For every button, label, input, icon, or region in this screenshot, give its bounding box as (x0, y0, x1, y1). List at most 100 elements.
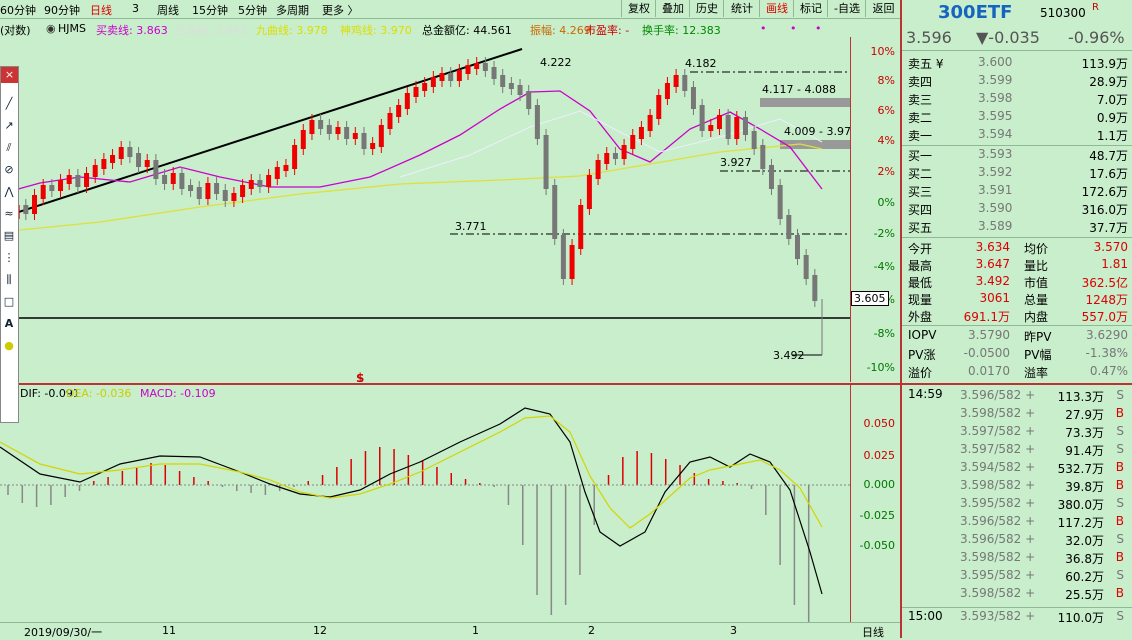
order-volume: 1.1万 (1096, 129, 1128, 143)
close-icon[interactable]: × (1, 67, 18, 83)
gann-tool-icon[interactable]: ⋮ (2, 251, 16, 267)
candle-body (612, 153, 618, 159)
stat-label: 内盘 (1024, 310, 1049, 324)
history-button[interactable]: 历史 (689, 0, 724, 17)
axis-label-m10: -10% (866, 361, 895, 374)
order-price: 3.600 (978, 55, 1013, 69)
candle-body (283, 165, 289, 171)
candle-body (742, 117, 748, 135)
candle-body (58, 180, 64, 191)
period-daily[interactable]: 日线 (90, 2, 112, 18)
order-price: 3.592 (978, 165, 1013, 179)
mid-line (399, 110, 823, 178)
pe-ratio-label: 市盈率: - (585, 24, 630, 37)
overlay-button[interactable]: 叠加 (655, 0, 690, 17)
period-90m[interactable]: 90分钟 (44, 2, 80, 18)
order-volume: 172.6万 (1081, 185, 1128, 199)
rect-tool-icon[interactable]: □ (2, 295, 16, 311)
dif-line (0, 407, 823, 595)
sell-row: 卖四 3.599 28.9万 (902, 72, 1132, 90)
marker-tool-icon[interactable]: ● (2, 339, 16, 355)
sell-row: 卖一 3.594 1.1万 (902, 126, 1132, 144)
candle-body (222, 190, 228, 201)
wave-tool-icon[interactable]: ≈ (2, 207, 16, 223)
period-5m[interactable]: 5分钟 (238, 2, 267, 18)
candle-body (335, 127, 341, 134)
stat-value: 3.647 (975, 257, 1010, 271)
candle-body (708, 125, 714, 131)
candle-body (482, 63, 488, 71)
candle-body (387, 113, 393, 129)
parallel-tool-icon[interactable]: ⫽ (2, 141, 16, 157)
cycle-tool-icon[interactable]: ⫼ (2, 273, 16, 289)
tick-price: 3.598/582 + (960, 478, 1036, 492)
fan-tool-icon[interactable]: ⋀ (2, 185, 16, 201)
tick-price: 3.598/582 + (960, 406, 1036, 420)
annotation-3771: 3.771 (455, 220, 487, 233)
stat-value: 362.5亿 (1081, 276, 1128, 290)
back-button[interactable]: 返回 (865, 0, 901, 17)
order-price: 3.595 (978, 109, 1013, 123)
macd-axis-label: 0.025 (863, 449, 896, 462)
tick-side: S (1116, 609, 1124, 623)
candle-body (162, 175, 168, 184)
macd-bars (0, 447, 850, 622)
tick-volume: 60.2万 (1065, 570, 1104, 584)
stats-button[interactable]: 统计 (723, 0, 760, 17)
ray-tool-icon[interactable]: ↗ (2, 119, 16, 135)
iopv-value: 0.0170 (968, 364, 1010, 378)
quote-panel: 300ETF 510300 R 3.596 ▼-0.035 -0.96% 卖五 … (900, 0, 1132, 638)
grid-tool-icon[interactable]: ▤ (2, 229, 16, 245)
line-tool-icon[interactable]: ╱ (2, 97, 16, 113)
period-15m[interactable]: 15分钟 (192, 2, 228, 18)
gear-icon[interactable]: ◉ (46, 22, 56, 35)
candle-body (725, 115, 731, 139)
period-60m[interactable]: 60分钟 (0, 2, 36, 18)
tick-row: 3.597/582 + 73.3万 S (902, 423, 1132, 441)
margin-flag: R (1092, 2, 1099, 13)
period-multi[interactable]: 多周期 (276, 2, 309, 18)
candlestick-chart[interactable]: 4.222 4.182 4.117 - 4.088 4.009 - 3.97 3… (0, 37, 850, 382)
candle-body (378, 125, 384, 147)
restore-rights-button[interactable]: 复权 (621, 0, 656, 17)
order-price: 3.594 (978, 127, 1013, 141)
stat-value: 691.1万 (963, 310, 1010, 324)
order-price: 3.598 (978, 91, 1013, 105)
candle-body (465, 65, 471, 74)
date-label: 1 (472, 624, 479, 637)
circle-tool-icon[interactable]: ⊘ (2, 163, 16, 179)
tick-price: 3.597/582 + (960, 442, 1036, 456)
tick-volume: 39.8万 (1065, 480, 1104, 494)
draw-line-button[interactable]: 画线 (759, 0, 794, 17)
tick-price: 3.598/582 + (960, 550, 1036, 564)
candle-body (439, 73, 445, 81)
text-tool-icon[interactable]: A (2, 317, 16, 333)
candle-body (777, 185, 783, 219)
candle-body (794, 235, 800, 259)
period-toolbar: 60分钟 90分钟 日线 3 周线 15分钟 5分钟 多周期 更多 〉 复权 叠… (0, 0, 900, 19)
tick-price: 3.593/582 + (960, 609, 1036, 623)
dividend-marker: $ (356, 371, 364, 382)
tick-row: 3.596/582 + 32.0万 S (902, 531, 1132, 549)
iopv-label: IOPV (908, 328, 937, 342)
tick-row: 3.597/582 + 91.4万 S (902, 441, 1132, 459)
date-label: 3 (730, 624, 737, 637)
axis-label-4: 4% (877, 134, 895, 147)
buy-row: 买二 3.592 17.6万 (902, 164, 1132, 182)
candle-body (456, 70, 462, 81)
period-3[interactable]: 3 (132, 2, 139, 15)
axis-label-8: 8% (877, 74, 895, 87)
macd-label: MACD: -0.109 (140, 387, 216, 400)
iopv-row: 溢价 0.0170 溢率 0.47% (902, 363, 1132, 381)
stat-label: 现量 (908, 293, 933, 307)
period-more[interactable]: 更多 〉 (322, 2, 359, 18)
self-select-button[interactable]: -自选 (827, 0, 866, 17)
marker-dot: • (760, 22, 767, 35)
tick-volume: 91.4万 (1065, 444, 1104, 458)
separator (902, 325, 1132, 326)
stat-value: 557.0万 (1081, 310, 1128, 324)
separator (902, 383, 1132, 385)
mark-button[interactable]: 标记 (793, 0, 828, 17)
period-weekly[interactable]: 周线 (157, 2, 179, 18)
stat-label: 均价 (1024, 242, 1049, 256)
